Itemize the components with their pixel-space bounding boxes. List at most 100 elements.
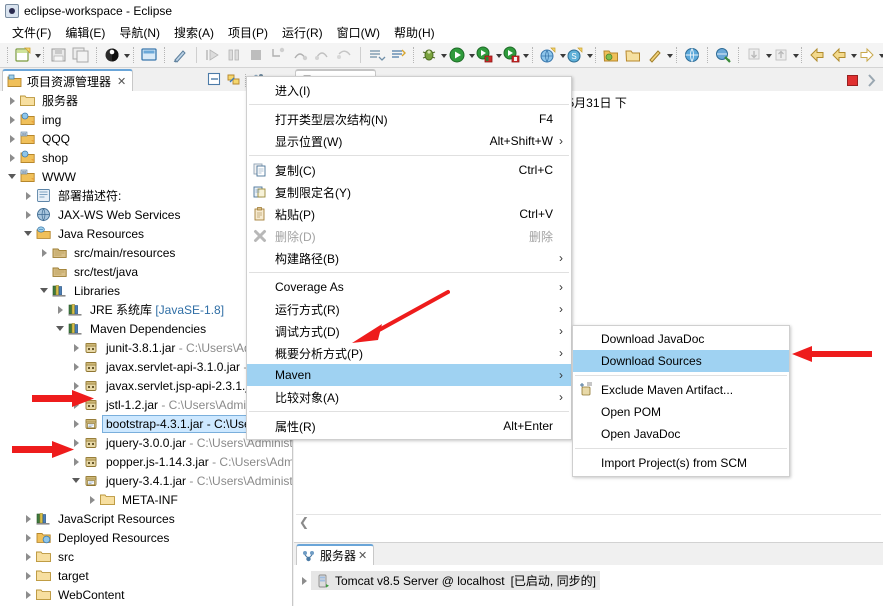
chevron-right-icon[interactable]	[70, 357, 83, 376]
quick-fix-icon[interactable]	[170, 45, 190, 65]
previous-edit-location-dropdown-icon[interactable]	[792, 45, 800, 65]
open-perspective-icon[interactable]: S	[565, 45, 585, 65]
tab-project-explorer[interactable]: 项目资源管理器 ✕	[2, 69, 134, 91]
debug-server-icon[interactable]	[501, 45, 521, 65]
menu-edit[interactable]: 编辑(E)	[58, 22, 112, 43]
menu-run[interactable]: 运行(R)	[275, 22, 330, 43]
menu-navigate[interactable]: 导航(N)	[112, 22, 167, 43]
save-icon[interactable]	[49, 45, 69, 65]
ctx-maven[interactable]: Maven ›	[247, 364, 571, 386]
menu-window[interactable]: 窗口(W)	[330, 22, 387, 43]
tree-item[interactable]: src	[0, 547, 292, 566]
link-with-editor-icon[interactable]	[225, 71, 242, 88]
maven-exclude-artifact[interactable]: Exclude Maven Artifact...	[573, 379, 789, 401]
collapse-all-icon[interactable]	[206, 71, 223, 88]
run-dropdown-icon[interactable]	[468, 45, 476, 65]
open-perspective-dropdown-icon[interactable]	[586, 45, 594, 65]
next-tab-icon[interactable]	[863, 72, 880, 89]
next-dropdown-icon[interactable]	[878, 45, 883, 65]
chevron-right-icon[interactable]	[86, 490, 99, 509]
tree-item[interactable]: target	[0, 566, 292, 585]
debug-icon[interactable]	[419, 45, 439, 65]
forward-icon[interactable]	[829, 45, 849, 65]
new-java-project-icon[interactable]	[601, 45, 621, 65]
menu-search[interactable]: 搜索(A)	[167, 22, 221, 43]
search-dropdown-icon[interactable]	[666, 45, 675, 65]
chevron-down-icon[interactable]	[22, 224, 35, 243]
ctx-copy[interactable]: 复制(C) Ctrl+C	[247, 159, 571, 181]
chevron-right-icon[interactable]	[6, 148, 19, 167]
new-wizard-icon[interactable]	[13, 45, 33, 65]
close-icon[interactable]: ✕	[117, 75, 126, 88]
open-web-browser-icon[interactable]	[682, 45, 702, 65]
new-jsp-dropdown-icon[interactable]	[123, 45, 132, 65]
chevron-right-icon[interactable]	[22, 566, 35, 585]
run-server-dropdown-icon[interactable]	[495, 45, 503, 65]
tree-item[interactable]: Deployed Resources	[0, 528, 292, 547]
chevron-down-icon[interactable]	[70, 471, 83, 490]
chevron-down-icon[interactable]	[6, 167, 19, 186]
back-dropdown-icon[interactable]	[850, 45, 859, 65]
previous-annotation-icon[interactable]	[388, 45, 408, 65]
ctx-paste[interactable]: 粘贴(P) Ctrl+V	[247, 203, 571, 225]
ctx-delete[interactable]: 删除(D) 删除	[247, 225, 571, 247]
tree-item[interactable]: WebContent	[0, 585, 292, 604]
chevron-right-icon[interactable]	[6, 91, 19, 110]
chevron-right-icon[interactable]	[22, 547, 35, 566]
new-server-icon[interactable]	[538, 45, 558, 65]
maven-open-javadoc[interactable]: Open JavaDoc	[573, 423, 789, 445]
tab-servers[interactable]: 服务器 ✕	[296, 544, 375, 565]
open-console-icon[interactable]	[139, 45, 159, 65]
chevron-right-icon[interactable]	[298, 571, 311, 590]
menu-project[interactable]: 项目(P)	[221, 22, 275, 43]
chevron-right-icon[interactable]	[22, 528, 35, 547]
chevron-right-icon[interactable]	[6, 110, 19, 129]
server-row[interactable]: Tomcat v8.5 Server @ localhost [已启动, 同步的…	[298, 571, 600, 590]
scroll-left-icon[interactable]: ❮	[299, 515, 309, 529]
chevron-right-icon[interactable]	[22, 509, 35, 528]
server-entry[interactable]: Tomcat v8.5 Server @ localhost [已启动, 同步的…	[311, 571, 600, 590]
ctx-open-type-hierarchy[interactable]: 打开类型层次结构(N) F4	[247, 108, 571, 130]
maven-import-projects-scm[interactable]: Import Project(s) from SCM	[573, 452, 789, 474]
chevron-right-icon[interactable]	[38, 243, 51, 262]
new-server-dropdown-icon[interactable]	[559, 45, 567, 65]
terminate-icon[interactable]	[844, 72, 861, 89]
run-icon[interactable]	[447, 45, 467, 65]
chevron-down-icon[interactable]	[54, 319, 67, 338]
maven-download-javadoc[interactable]: Download JavaDoc	[573, 328, 789, 350]
ctx-compare-with[interactable]: 比较对象(A) ›	[247, 386, 571, 408]
save-all-icon[interactable]	[71, 45, 91, 65]
chevron-right-icon[interactable]	[70, 414, 83, 433]
chevron-right-icon[interactable]	[70, 338, 83, 357]
maven-download-sources[interactable]: Download Sources	[573, 350, 789, 372]
open-folder-icon[interactable]	[623, 45, 643, 65]
chevron-right-icon[interactable]	[22, 205, 35, 224]
chevron-down-icon[interactable]	[38, 281, 51, 300]
back-icon[interactable]	[807, 45, 827, 65]
new-wizard-dropdown-icon[interactable]	[34, 45, 42, 65]
menu-help[interactable]: 帮助(H)	[387, 22, 442, 43]
run-server-icon[interactable]	[474, 45, 494, 65]
tree-item[interactable]: jquery-3.4.1.jar - C:\Users\Administr	[0, 471, 292, 490]
horizontal-scrollbar[interactable]: ❮	[296, 514, 881, 529]
ctx-show-in[interactable]: 显示位置(W) Alt+Shift+W ›	[247, 130, 571, 152]
tree-item[interactable]: JavaScript Resources	[0, 509, 292, 528]
ctx-properties[interactable]: 属性(R) Alt+Enter	[247, 415, 571, 437]
tree-item[interactable]: META-INF	[0, 490, 292, 509]
ctx-copy-qualified-name[interactable]: 复制限定名(Y)	[247, 181, 571, 203]
maven-open-pom[interactable]: Open POM	[573, 401, 789, 423]
ctx-open[interactable]: 进入(I)	[247, 79, 571, 101]
close-icon[interactable]: ✕	[358, 549, 367, 562]
chevron-right-icon[interactable]	[54, 300, 67, 319]
chevron-right-icon[interactable]	[6, 129, 19, 148]
link-with-editor-icon[interactable]	[713, 45, 733, 65]
chevron-right-icon[interactable]	[22, 585, 35, 604]
next-annotation-icon[interactable]	[366, 45, 386, 65]
maven-submenu[interactable]: Download JavaDoc Download Sources Exclude …	[572, 325, 790, 477]
chevron-right-icon[interactable]	[22, 186, 35, 205]
ctx-build-path[interactable]: 构建路径(B) ›	[247, 247, 571, 269]
debug-dropdown-icon[interactable]	[440, 45, 449, 65]
menu-file[interactable]: 文件(F)	[5, 22, 58, 43]
context-menu[interactable]: 进入(I) 打开类型层次结构(N) F4 显示位置(W) Alt+Shift+W › 复制(…	[246, 76, 572, 440]
next-edit-location-dropdown-icon[interactable]	[765, 45, 773, 65]
